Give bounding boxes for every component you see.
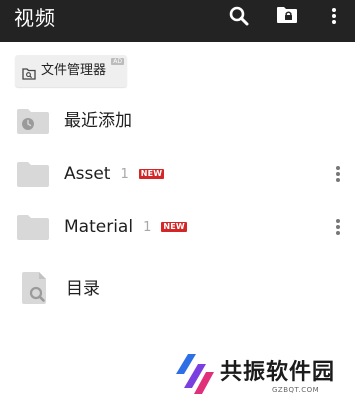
item-more-icon[interactable]	[335, 166, 341, 184]
ad-tag: AD	[111, 58, 124, 65]
watermark-text: 共振软件园	[220, 360, 336, 385]
new-badge: NEW	[138, 169, 165, 179]
app-bar: 视频	[0, 0, 355, 42]
folder-icon	[17, 161, 49, 191]
list-item-label: 最近添加	[64, 111, 132, 131]
list-item-asset[interactable]: Asset 1 NEW	[0, 151, 355, 199]
file-manager-label: 文件管理器	[41, 63, 107, 78]
list-item-label-wrap: Material 1 NEW	[64, 216, 187, 239]
folder-name: Asset	[64, 164, 111, 184]
item-count: 1	[143, 220, 152, 235]
folder-search-icon	[22, 65, 36, 80]
search-icon[interactable]	[228, 5, 254, 29]
watermark-logo: 共振软件园 GZBQT.COM	[176, 352, 346, 400]
item-more-icon[interactable]	[335, 219, 341, 237]
folder-name: Material	[64, 217, 134, 237]
list-item-recent[interactable]: 最近添加	[0, 98, 355, 146]
watermark-url: GZBQT.COM	[272, 386, 320, 394]
item-count: 1	[120, 167, 129, 182]
file-manager-button[interactable]: 文件管理器 AD	[15, 55, 127, 87]
lock-folder-icon[interactable]	[276, 5, 302, 29]
document-search-icon	[22, 272, 48, 308]
new-badge: NEW	[161, 222, 187, 232]
list-item-label-wrap: Asset 1 NEW	[64, 163, 165, 186]
list-item-directory[interactable]: 目录	[0, 266, 355, 314]
list-item-label: 目录	[66, 279, 100, 299]
folder-icon	[17, 214, 49, 244]
recent-folder-icon	[17, 108, 49, 138]
list-item-material[interactable]: Material 1 NEW	[0, 204, 355, 252]
more-vertical-icon[interactable]	[325, 5, 343, 29]
page-title: 视频	[14, 6, 56, 30]
watermark-emblem-icon	[176, 352, 218, 402]
